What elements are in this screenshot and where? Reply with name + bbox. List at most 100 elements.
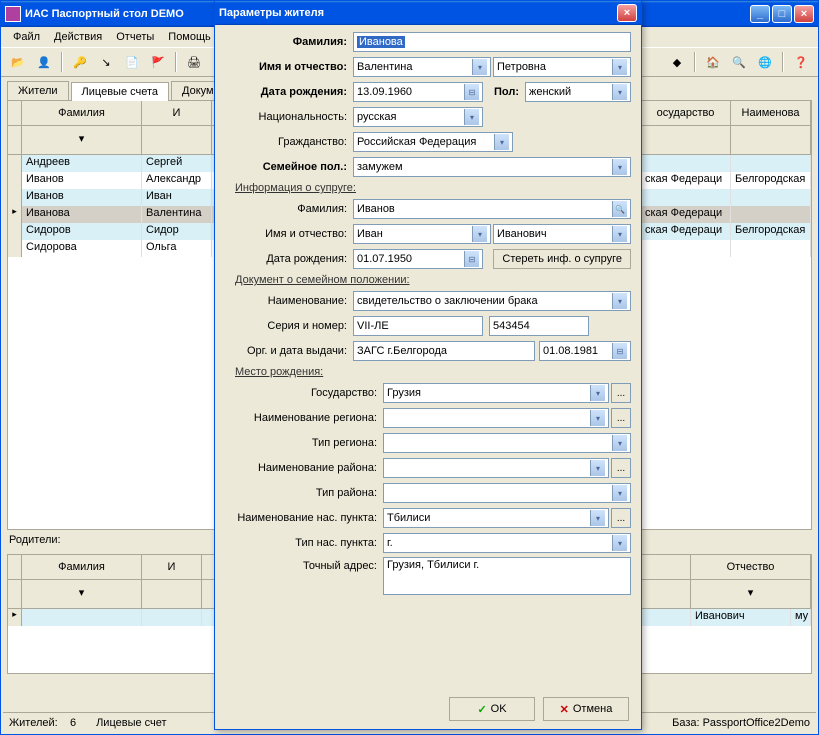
spouse-group-label: Информация о супруге: xyxy=(235,182,631,194)
toolbar-sep xyxy=(175,52,177,72)
name-combo[interactable]: Валентина▾ xyxy=(353,57,491,77)
locality-type-label: Тип нас. пункта: xyxy=(225,537,383,549)
menu-help[interactable]: Помощь xyxy=(162,29,217,45)
doc-number-input[interactable] xyxy=(489,316,589,336)
check-icon: ✓ xyxy=(477,703,486,716)
surname-input[interactable]: Иванова xyxy=(353,32,631,52)
dialog-title: Параметры жителя xyxy=(219,7,617,19)
district-type-combo[interactable]: ▾ xyxy=(383,483,631,503)
birthplace-group-label: Место рождения: xyxy=(235,366,631,378)
browse-button[interactable]: ... xyxy=(611,408,631,428)
menu-reports[interactable]: Отчеты xyxy=(110,29,160,45)
browse-button[interactable]: ... xyxy=(611,458,631,478)
sp-name-combo[interactable]: Иван▾ xyxy=(353,224,491,244)
globe-icon[interactable]: 🌐 xyxy=(754,51,776,73)
district-type-label: Тип района: xyxy=(225,487,383,499)
marital-combo[interactable]: замужем▾ xyxy=(353,157,631,177)
maximize-button[interactable]: □ xyxy=(772,5,792,23)
chevron-down-icon[interactable]: ▾ xyxy=(590,460,605,476)
sex-combo[interactable]: женский▾ xyxy=(525,82,631,102)
chevron-down-icon[interactable]: ▾ xyxy=(612,159,627,175)
col-state[interactable]: осударство xyxy=(641,101,731,125)
region-type-combo[interactable]: ▾ xyxy=(383,433,631,453)
doc-name-combo[interactable]: свидетельство о заключении брака▾ xyxy=(353,291,631,311)
chevron-down-icon[interactable]: ▾ xyxy=(612,535,627,551)
chevron-down-icon[interactable]: ▾ xyxy=(748,587,754,599)
browse-button[interactable]: ... xyxy=(611,383,631,403)
col-region[interactable]: Наименова xyxy=(731,101,811,125)
cancel-button[interactable]: ✕Отмена xyxy=(543,697,629,721)
locality-type-combo[interactable]: г.▾ xyxy=(383,533,631,553)
locality-name-combo[interactable]: Тбилиси▾ xyxy=(383,508,609,528)
chevron-down-icon[interactable]: ▾ xyxy=(612,84,627,100)
search-icon[interactable]: 🔍 xyxy=(728,51,750,73)
district-name-combo[interactable]: ▾ xyxy=(383,458,609,478)
sp-name-label: Имя и отчество: xyxy=(225,228,353,240)
calendar-icon[interactable]: ⊟ xyxy=(612,343,627,359)
arrow-icon[interactable]: ↘ xyxy=(95,51,117,73)
exact-addr-input[interactable]: Грузия, Тбилиси г. xyxy=(383,557,631,595)
chevron-down-icon[interactable]: ▾ xyxy=(612,435,627,451)
birth-label: Дата рождения: xyxy=(225,86,353,98)
chevron-down-icon[interactable]: ▾ xyxy=(612,59,627,75)
chevron-down-icon[interactable]: ▾ xyxy=(590,510,605,526)
surname-label: Фамилия: xyxy=(225,36,353,48)
chevron-down-icon[interactable]: ▾ xyxy=(472,226,487,242)
doc-icon[interactable]: 📄 xyxy=(121,51,143,73)
chevron-down-icon[interactable]: ▾ xyxy=(590,410,605,426)
print-icon[interactable]: 🖨 xyxy=(183,51,205,73)
dialog-close-button[interactable]: × xyxy=(617,4,637,22)
resident-params-dialog: Параметры жителя × Фамилия: Иванова Имя … xyxy=(214,0,642,730)
help-icon[interactable]: ❓ xyxy=(790,51,812,73)
tab-accounts[interactable]: Лицевые счета xyxy=(71,82,169,101)
patronymic-combo[interactable]: Петровна▾ xyxy=(493,57,631,77)
marital-label: Семейное пол.: xyxy=(225,161,353,173)
sp-surname-input[interactable]: Иванов🔍 xyxy=(353,199,631,219)
close-button[interactable]: × xyxy=(794,5,814,23)
state-combo[interactable]: Грузия▾ xyxy=(383,383,609,403)
doc-org-input[interactable] xyxy=(353,341,535,361)
folder-open-icon[interactable]: 📂 xyxy=(7,51,29,73)
menu-actions[interactable]: Действия xyxy=(48,29,108,45)
diamond-icon[interactable]: ◆ xyxy=(666,51,688,73)
citizenship-combo[interactable]: Российская Федерация▾ xyxy=(353,132,513,152)
chevron-down-icon[interactable]: ▾ xyxy=(590,385,605,401)
col-p-surname[interactable]: Фамилия xyxy=(22,555,142,579)
person-icon[interactable]: 👤 xyxy=(33,51,55,73)
erase-spouse-button[interactable]: Стереть инф. о супруге xyxy=(493,249,631,269)
doc-series-input[interactable] xyxy=(353,316,483,336)
ok-button[interactable]: ✓OK xyxy=(449,697,535,721)
col-p-name[interactable]: И xyxy=(142,555,202,579)
chevron-down-icon[interactable]: ▾ xyxy=(494,134,509,150)
chevron-down-icon[interactable]: ▾ xyxy=(612,293,627,309)
key-icon[interactable]: 🔑 xyxy=(69,51,91,73)
sp-patr-combo[interactable]: Иванович▾ xyxy=(493,224,631,244)
chevron-down-icon[interactable]: ▾ xyxy=(79,133,85,145)
browse-button[interactable]: ... xyxy=(611,508,631,528)
doc-date-input[interactable]: 01.08.1981⊟ xyxy=(539,341,631,361)
chevron-down-icon[interactable]: ▾ xyxy=(79,587,85,599)
doc-group-label: Документ о семейном положении: xyxy=(235,274,631,286)
chevron-down-icon[interactable]: ▾ xyxy=(472,59,487,75)
chevron-down-icon[interactable]: ▾ xyxy=(612,226,627,242)
calendar-icon[interactable]: ⊟ xyxy=(464,251,479,267)
home-icon[interactable]: 🏠 xyxy=(702,51,724,73)
chevron-down-icon[interactable]: ▾ xyxy=(464,109,479,125)
birth-date-input[interactable]: 13.09.1960⊟ xyxy=(353,82,483,102)
district-name-label: Наименование района: xyxy=(225,462,383,474)
flag-icon[interactable]: 🚩 xyxy=(147,51,169,73)
calendar-icon[interactable]: ⊟ xyxy=(464,84,479,100)
chevron-down-icon[interactable]: ▾ xyxy=(612,485,627,501)
sp-surname-label: Фамилия: xyxy=(225,203,353,215)
region-name-combo[interactable]: ▾ xyxy=(383,408,609,428)
col-surname[interactable]: Фамилия xyxy=(22,101,142,125)
col-name[interactable]: И xyxy=(142,101,212,125)
minimize-button[interactable]: _ xyxy=(750,5,770,23)
nationality-combo[interactable]: русская▾ xyxy=(353,107,483,127)
sp-birth-input[interactable]: 01.07.1950⊟ xyxy=(353,249,483,269)
col-p-patr[interactable]: Отчество xyxy=(691,555,811,579)
locality-name-label: Наименование нас. пункта: xyxy=(225,512,383,524)
tab-residents[interactable]: Жители xyxy=(7,81,69,100)
search-icon[interactable]: 🔍 xyxy=(612,201,627,217)
menu-file[interactable]: Файл xyxy=(7,29,46,45)
